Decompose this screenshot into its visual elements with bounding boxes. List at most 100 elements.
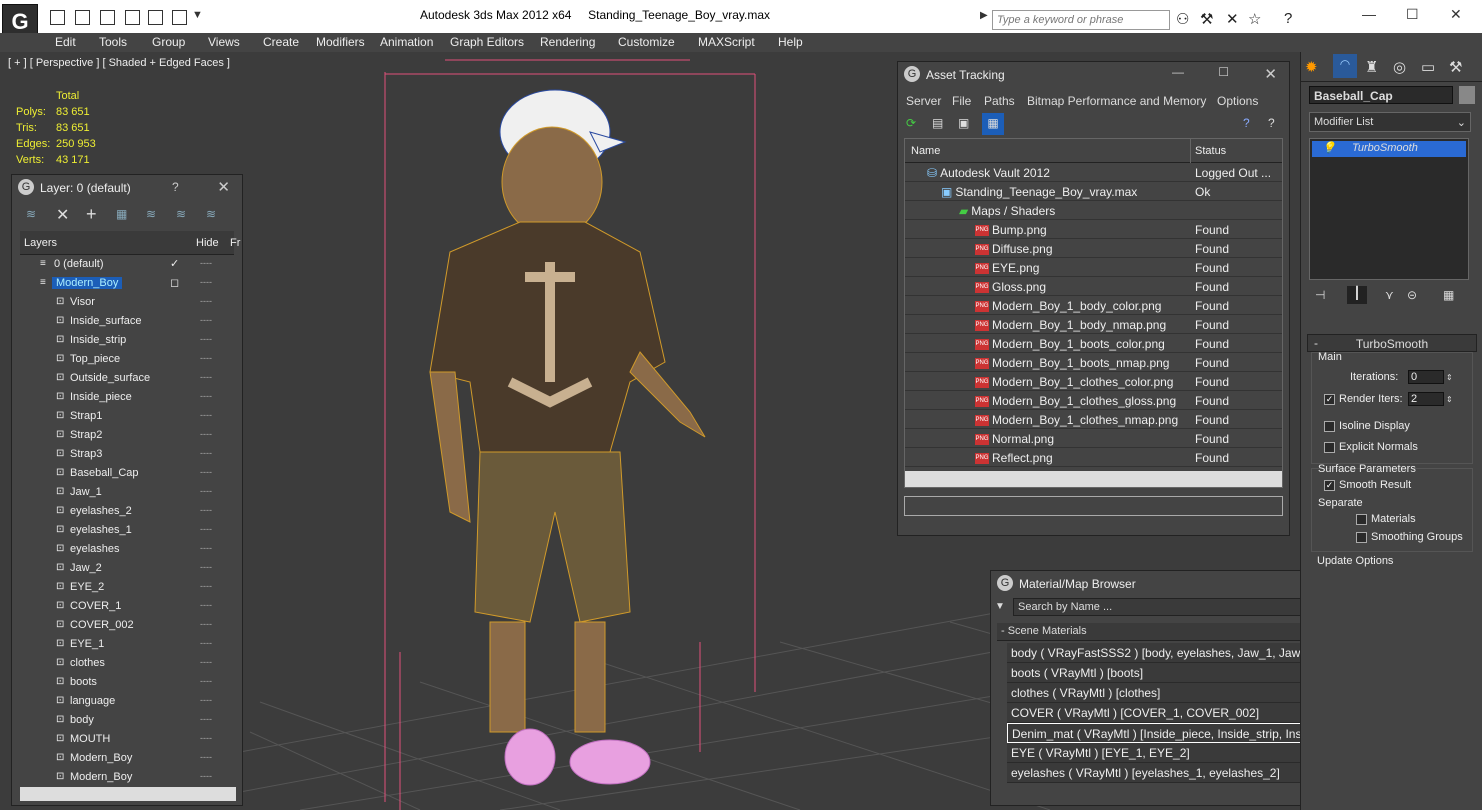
layer-row[interactable]: ⊡ Outside_surface ---- <box>20 369 234 388</box>
layer-row[interactable]: ≡ 0 (default) ✓ ---- <box>20 255 234 274</box>
open-icon[interactable] <box>50 10 65 25</box>
asset-menu-bitmap[interactable]: Bitmap Performance and Memory <box>1027 94 1206 108</box>
hide-toggle[interactable]: ---- <box>200 296 212 306</box>
iterations-spinner[interactable]: 0 ⇕ <box>1408 369 1453 384</box>
asset-row[interactable]: PNG Modern_Boy_1_body_color.png Found <box>905 296 1282 315</box>
hide-toggle[interactable]: ---- <box>200 505 212 515</box>
menu-modifiers[interactable]: Modifiers <box>316 35 365 49</box>
viewport-label[interactable]: [ + ] [ Perspective ] [ Shaded + Edged F… <box>8 57 230 69</box>
hide-toggle[interactable]: ---- <box>200 334 212 344</box>
new-layer-icon[interactable]: ≋ <box>26 207 36 221</box>
asset-row[interactable]: PNG Modern_Boy_1_clothes_color.png Found <box>905 372 1282 391</box>
isoline-checkbox[interactable] <box>1324 420 1335 432</box>
layer-row[interactable]: ⊡ Jaw_2 ---- <box>20 559 234 578</box>
hide-toggle[interactable]: ---- <box>200 429 212 439</box>
asset-row[interactable]: ▣ Standing_Teenage_Boy_vray.max Ok <box>905 182 1282 201</box>
layer-row[interactable]: ⊡ eyelashes ---- <box>20 540 234 559</box>
stack-item-turbosmooth[interactable]: 💡 TurboSmooth <box>1312 141 1466 157</box>
layer-row[interactable]: ⊡ Strap1 ---- <box>20 407 234 426</box>
menu-help[interactable]: Help <box>778 35 803 49</box>
remove-modifier-icon[interactable]: ⊝ <box>1407 288 1417 302</box>
asset-row[interactable]: PNG Bump.png Found <box>905 220 1282 239</box>
asset-row[interactable]: PNG Reflect.png Found <box>905 448 1282 467</box>
col-status[interactable]: Status <box>1195 145 1226 157</box>
hide-toggle[interactable]: ---- <box>200 410 212 420</box>
undo-icon[interactable] <box>100 10 115 25</box>
object-name-field[interactable]: Baseball_Cap <box>1309 86 1453 104</box>
asset-minimize-icon[interactable]: — <box>1172 65 1184 79</box>
search-expand-icon[interactable]: ▶ <box>980 10 988 21</box>
spinner-arrows-icon[interactable]: ⇕ <box>1446 395 1453 404</box>
layer-row[interactable]: ⊡ EYE_1 ---- <box>20 635 234 654</box>
layer-row[interactable]: ⊡ Strap3 ---- <box>20 445 234 464</box>
menu-create[interactable]: Create <box>263 35 299 49</box>
hide-toggle[interactable]: ---- <box>200 771 212 781</box>
layer-row[interactable]: ⊡ Top_piece ---- <box>20 350 234 369</box>
col-hide[interactable]: Hide <box>196 237 219 249</box>
thumbnail-view-icon[interactable]: ▣ <box>958 116 969 130</box>
configure-sets-icon[interactable]: ▦ <box>1443 288 1454 302</box>
hide-all-icon[interactable]: ≋ <box>176 207 186 221</box>
explicit-normals-checkbox[interactable] <box>1324 441 1335 453</box>
hide-toggle[interactable]: ---- <box>200 695 212 705</box>
render-iters-value[interactable]: 2 <box>1408 391 1444 406</box>
asset-row[interactable]: ▰ Maps / Shaders <box>905 201 1282 220</box>
hide-toggle[interactable]: ---- <box>200 448 212 458</box>
layer-row[interactable]: ⊡ eyelashes_1 ---- <box>20 521 234 540</box>
turbosmooth-rollout-header[interactable]: - TurboSmooth <box>1307 334 1477 352</box>
layer-row[interactable]: ⊡ COVER_002 ---- <box>20 616 234 635</box>
smoothing-groups-checkbox[interactable] <box>1356 531 1367 543</box>
render-iters-checkbox[interactable]: ✓ <box>1324 393 1335 405</box>
layer-row[interactable]: ⊡ Baseball_Cap ---- <box>20 464 234 483</box>
layer-row[interactable]: ⊡ EYE_2 ---- <box>20 578 234 597</box>
menu-group[interactable]: Group <box>152 35 185 49</box>
asset-menu-file[interactable]: File <box>952 94 971 108</box>
current-layer-check-icon[interactable]: ✓ <box>170 257 179 270</box>
select-objects-icon[interactable]: ▦ <box>116 207 127 221</box>
close-icon[interactable]: ✕ <box>1450 6 1462 23</box>
hide-toggle[interactable]: ---- <box>200 258 212 268</box>
asset-close-icon[interactable]: ✕ <box>1264 65 1277 83</box>
lightbulb-icon[interactable]: 💡 <box>1322 141 1336 154</box>
layer-row[interactable]: ⊡ boots ---- <box>20 673 234 692</box>
layer-close-icon[interactable]: ✕ <box>217 178 230 196</box>
hide-toggle[interactable]: ---- <box>200 543 212 553</box>
menu-maxscript[interactable]: MAXScript <box>698 35 755 49</box>
pin-stack-icon[interactable]: ⊣ <box>1315 288 1325 302</box>
menu-animation[interactable]: Animation <box>380 35 433 49</box>
layer-help-button[interactable]: ? <box>172 180 179 194</box>
hide-toggle[interactable]: ---- <box>200 277 212 287</box>
redo-icon[interactable] <box>125 10 140 25</box>
qa-dropdown-icon[interactable]: ▼ <box>192 9 203 21</box>
asset-context-help-icon[interactable]: ? <box>1268 116 1275 130</box>
modifier-list-dropdown[interactable]: Modifier List ⌄ <box>1309 112 1471 132</box>
asset-path-field[interactable] <box>904 496 1283 516</box>
asset-maximize-icon[interactable]: ☐ <box>1218 65 1229 79</box>
asset-menu-options[interactable]: Options <box>1217 94 1258 108</box>
subscription-icon[interactable]: ⚒ <box>1200 10 1213 28</box>
hide-toggle[interactable]: ---- <box>200 676 212 686</box>
motion-tab-icon[interactable]: ◎ <box>1393 58 1406 76</box>
spinner-arrows-icon[interactable]: ⇕ <box>1446 373 1453 382</box>
options-dropdown-icon[interactable]: ▼ <box>995 601 1005 612</box>
menu-tools[interactable]: Tools <box>99 35 127 49</box>
asset-row[interactable]: PNG Modern_Boy_1_clothes_gloss.png Found <box>905 391 1282 410</box>
layer-row[interactable]: ⊡ Strap2 ---- <box>20 426 234 445</box>
help-icon[interactable]: ? <box>1284 10 1292 27</box>
materials-row[interactable]: Materials <box>1356 513 1416 525</box>
hide-toggle[interactable]: ---- <box>200 638 212 648</box>
asset-row[interactable]: PNG EYE.png Found <box>905 258 1282 277</box>
show-end-result-icon[interactable]: ┃ <box>1347 286 1367 304</box>
hide-toggle[interactable]: ---- <box>200 600 212 610</box>
asset-menu-server[interactable]: Server <box>906 94 941 108</box>
hide-toggle[interactable]: ---- <box>200 467 212 477</box>
layer-row[interactable]: ⊡ Inside_piece ---- <box>20 388 234 407</box>
layer-row[interactable]: ⊡ Visor ---- <box>20 293 234 312</box>
layer-row[interactable]: ⊡ Inside_surface ---- <box>20 312 234 331</box>
create-tab-icon[interactable]: ✹ <box>1305 58 1318 76</box>
explicit-normals-row[interactable]: Explicit Normals <box>1324 441 1418 453</box>
list-view-icon[interactable]: ▤ <box>932 116 943 130</box>
asset-row[interactable]: PNG Modern_Boy_1_clothes_nmap.png Found <box>905 410 1282 429</box>
hide-toggle[interactable]: ---- <box>200 619 212 629</box>
layer-row[interactable]: ⊡ clothes ---- <box>20 654 234 673</box>
